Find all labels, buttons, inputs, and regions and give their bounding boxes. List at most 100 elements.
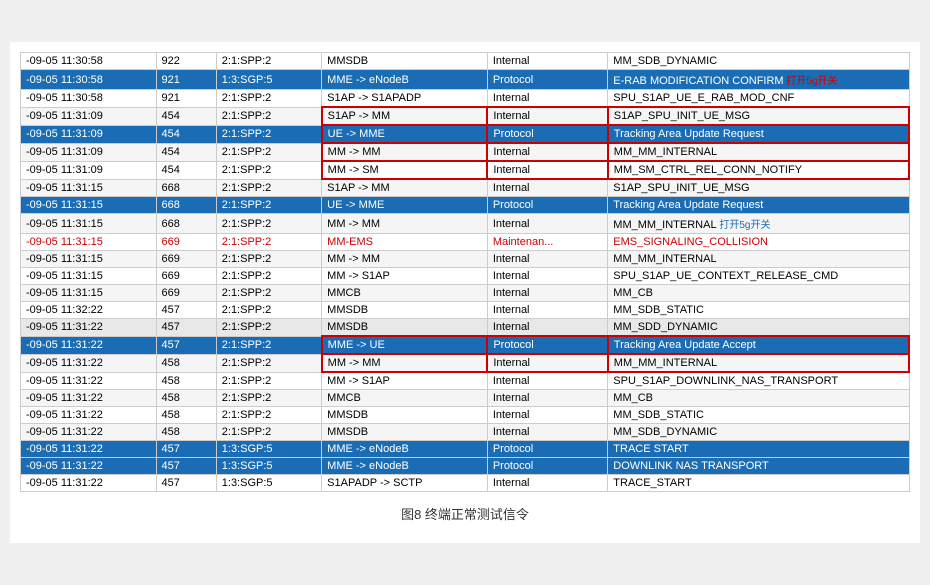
node-cell: 2:1:SPP:2 [216, 268, 321, 285]
message-cell: S1AP_SPU_INIT_UE_MSG [608, 107, 909, 125]
time-cell: -09-05 11:31:22 [21, 407, 157, 424]
id-cell: 457 [156, 458, 216, 475]
message-cell: Tracking Area Update Request [608, 125, 909, 143]
message-cell: MM_CB [608, 285, 909, 302]
type-cell: Protocol [487, 70, 607, 90]
id-cell: 669 [156, 251, 216, 268]
direction-cell: MME -> eNodeB [322, 70, 488, 90]
id-cell: 458 [156, 354, 216, 372]
table-row: -09-05 11:31:094542:1:SPP:2MM -> MMInter… [21, 143, 910, 161]
table-row: -09-05 11:31:224571:3:SGP:5MME -> eNodeB… [21, 458, 910, 475]
type-cell: Protocol [487, 441, 607, 458]
table-row: -09-05 11:31:094542:1:SPP:2S1AP -> MMInt… [21, 107, 910, 125]
id-cell: 669 [156, 285, 216, 302]
message-cell: MM_MM_INTERNAL [608, 143, 909, 161]
id-cell: 668 [156, 179, 216, 197]
node-cell: 2:1:SPP:2 [216, 319, 321, 337]
id-cell: 668 [156, 197, 216, 214]
type-cell: Internal [487, 53, 607, 70]
time-cell: -09-05 11:31:15 [21, 179, 157, 197]
time-cell: -09-05 11:31:22 [21, 319, 157, 337]
message-cell: MM_MM_INTERNAL 打开5g开关 [608, 214, 909, 234]
page-container: -09-05 11:30:589222:1:SPP:2MMSDBInternal… [10, 42, 920, 543]
time-cell: -09-05 11:31:15 [21, 285, 157, 302]
time-cell: -09-05 11:31:09 [21, 143, 157, 161]
message-cell: TRACE START [608, 441, 909, 458]
type-cell: Internal [487, 424, 607, 441]
node-cell: 2:1:SPP:2 [216, 53, 321, 70]
direction-cell: MMSDB [322, 424, 488, 441]
time-cell: -09-05 11:31:22 [21, 372, 157, 390]
type-cell: Internal [487, 90, 607, 108]
time-cell: -09-05 11:31:09 [21, 125, 157, 143]
node-cell: 1:3:SGP:5 [216, 458, 321, 475]
type-cell: Internal [487, 214, 607, 234]
direction-cell: MMSDB [322, 302, 488, 319]
direction-cell: UE -> MME [322, 197, 488, 214]
direction-cell: S1APADP -> SCTP [322, 475, 488, 492]
type-cell: Internal [487, 407, 607, 424]
time-cell: -09-05 11:31:15 [21, 234, 157, 251]
type-cell: Internal [487, 390, 607, 407]
direction-cell: MME -> eNodeB [322, 441, 488, 458]
table-row: -09-05 11:31:156692:1:SPP:2MM -> MMInter… [21, 251, 910, 268]
id-cell: 458 [156, 407, 216, 424]
message-cell: MM_CB [608, 390, 909, 407]
direction-cell: MME -> eNodeB [322, 458, 488, 475]
id-cell: 921 [156, 70, 216, 90]
node-cell: 2:1:SPP:2 [216, 424, 321, 441]
table-row: -09-05 11:31:224582:1:SPP:2MM -> S1APInt… [21, 372, 910, 390]
message-cell: DOWNLINK NAS TRANSPORT [608, 458, 909, 475]
direction-cell: MM -> S1AP [322, 268, 488, 285]
table-row: -09-05 11:31:224582:1:SPP:2MMSDBInternal… [21, 424, 910, 441]
time-cell: -09-05 11:31:22 [21, 390, 157, 407]
direction-cell: S1AP -> MM [322, 107, 488, 125]
table-row: -09-05 11:31:156692:1:SPP:2MM-EMSMainten… [21, 234, 910, 251]
table-row: -09-05 11:32:224572:1:SPP:2MMSDBInternal… [21, 302, 910, 319]
table-row: -09-05 11:31:156682:1:SPP:2S1AP -> MMInt… [21, 179, 910, 197]
table-wrapper: -09-05 11:30:589222:1:SPP:2MMSDBInternal… [20, 52, 910, 492]
node-cell: 1:3:SGP:5 [216, 475, 321, 492]
type-cell: Internal [487, 354, 607, 372]
id-cell: 458 [156, 424, 216, 441]
message-cell: MM_SDB_DYNAMIC [608, 424, 909, 441]
id-cell: 457 [156, 475, 216, 492]
time-cell: -09-05 11:31:22 [21, 336, 157, 354]
time-cell: -09-05 11:31:22 [21, 354, 157, 372]
type-cell: Internal [487, 179, 607, 197]
table-row: -09-05 11:31:224572:1:SPP:2MMSDBInternal… [21, 319, 910, 337]
annotation-open-5g-2: 打开5g开关 [717, 220, 771, 231]
node-cell: 2:1:SPP:2 [216, 234, 321, 251]
direction-cell: MM -> MM [322, 214, 488, 234]
time-cell: -09-05 11:32:22 [21, 302, 157, 319]
node-cell: 2:1:SPP:2 [216, 125, 321, 143]
table-row: -09-05 11:31:156692:1:SPP:2MM -> S1APInt… [21, 268, 910, 285]
direction-cell: MMSDB [322, 407, 488, 424]
node-cell: 2:1:SPP:2 [216, 143, 321, 161]
message-cell: SPU_S1AP_UE_CONTEXT_RELEASE_CMD [608, 268, 909, 285]
type-cell: Internal [487, 475, 607, 492]
type-cell: Internal [487, 372, 607, 390]
node-cell: 1:3:SGP:5 [216, 70, 321, 90]
time-cell: -09-05 11:31:22 [21, 475, 157, 492]
table-row: -09-05 11:31:156692:1:SPP:2MMCBInternalM… [21, 285, 910, 302]
table-row: -09-05 11:31:224582:1:SPP:2MM -> MMInter… [21, 354, 910, 372]
node-cell: 2:1:SPP:2 [216, 372, 321, 390]
time-cell: -09-05 11:31:22 [21, 458, 157, 475]
id-cell: 457 [156, 336, 216, 354]
time-cell: -09-05 11:31:22 [21, 441, 157, 458]
type-cell: Protocol [487, 458, 607, 475]
direction-cell: MM -> S1AP [322, 372, 488, 390]
type-cell: Internal [487, 319, 607, 337]
table-row: -09-05 11:31:224582:1:SPP:2MMCBInternalM… [21, 390, 910, 407]
table-row: -09-05 11:31:094542:1:SPP:2MM -> SMInter… [21, 161, 910, 179]
time-cell: -09-05 11:30:58 [21, 53, 157, 70]
id-cell: 457 [156, 319, 216, 337]
message-cell: E-RAB MODIFICATION CONFIRM 打开5g开关 [608, 70, 909, 90]
direction-cell: MM -> MM [322, 354, 488, 372]
message-cell: MM_SDD_DYNAMIC [608, 319, 909, 337]
type-cell: Internal [487, 268, 607, 285]
message-cell: SPU_S1AP_UE_E_RAB_MOD_CNF [608, 90, 909, 108]
id-cell: 454 [156, 107, 216, 125]
direction-cell: MM -> SM [322, 161, 488, 179]
